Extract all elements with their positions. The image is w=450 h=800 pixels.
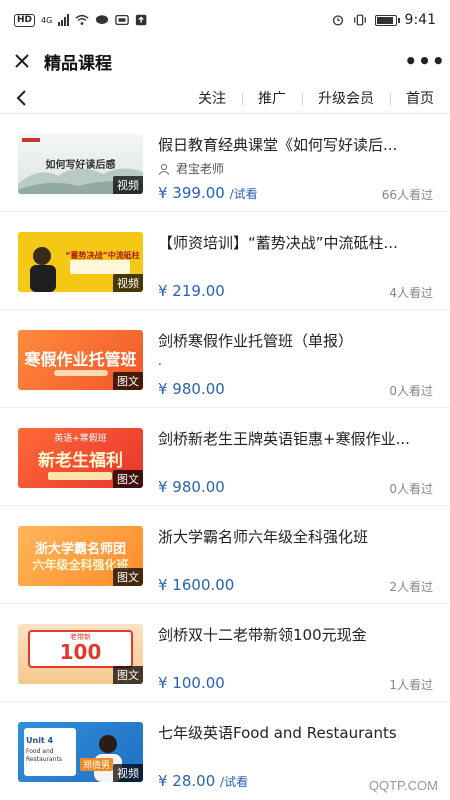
list-item[interactable]: 英语+寒假班 新老生福利 图文 剑桥新老生王牌英语钜惠+寒假作业... ¥ 98…: [0, 408, 450, 506]
course-thumbnail: 如何写好读后感 视频: [18, 134, 143, 194]
course-title: 【师资培训】“蓄势决战”中流砥柱...: [158, 234, 398, 252]
view-count: 2人看过: [389, 580, 433, 594]
thumbnail-teacher-name: 郑倩男: [80, 758, 114, 771]
chat-icon: [96, 15, 109, 24]
course-price: ¥ 219.00: [158, 282, 225, 300]
nav-promote[interactable]: 推广: [242, 82, 302, 114]
course-price: ¥ 1600.00: [158, 576, 234, 594]
media-type-badge: 图文: [113, 666, 143, 684]
upload-icon: [136, 14, 147, 26]
list-item[interactable]: 浙大学霸名师团 六年级全科强化班 图文 浙大学霸名师六年级全科强化班 ¥ 160…: [0, 506, 450, 604]
wifi-icon: [75, 14, 89, 25]
thumbnail-text: 如何写好读后感: [45, 160, 116, 171]
thumbnail-text: “蓄势决战”中流砥柱: [65, 251, 140, 260]
page-title: 精品课程: [44, 53, 112, 74]
course-title: 假日教育经典课堂《如何写好读后...: [158, 136, 398, 154]
title-bar: 精品课程 •••: [0, 40, 450, 82]
view-count: 0人看过: [389, 384, 433, 398]
list-item[interactable]: 如何写好读后感 视频 假日教育经典课堂《如何写好读后... 君宝老师 ¥ 399…: [0, 114, 450, 212]
thumbnail-text: 浙大学霸名师团: [34, 542, 126, 557]
status-left: HD 4G: [14, 13, 149, 27]
view-count: 1人看过: [389, 678, 433, 692]
list-item[interactable]: 老带新 100 图文 剑桥双十二老带新领100元现金 ¥ 100.00 1人看过: [0, 604, 450, 702]
watermark: QQTP.COM: [368, 778, 438, 793]
thumbnail-text: 100: [59, 640, 102, 664]
user-icon: [158, 163, 170, 175]
back-icon: [16, 89, 26, 106]
view-count: 4人看过: [389, 286, 433, 300]
price-value: ¥ 980.00: [158, 478, 225, 496]
view-count: 0人看过: [389, 482, 433, 496]
trial-label: /试看: [220, 775, 249, 789]
media-type-badge: 视频: [113, 764, 143, 782]
nav-follow[interactable]: 关注: [182, 82, 242, 114]
course-price: ¥ 100.00: [158, 674, 225, 692]
course-price: ¥ 399.00 /试看: [158, 184, 258, 202]
media-type-badge: 图文: [113, 568, 143, 586]
course-thumbnail: “蓄势决战”中流砥柱 视频: [18, 232, 143, 292]
price-value: ¥ 980.00: [158, 380, 225, 398]
media-type-badge: 图文: [113, 470, 143, 488]
thumbnail-text: 寒假作业托管班: [24, 350, 137, 369]
clock: 9:41: [404, 12, 436, 28]
more-button[interactable]: •••: [400, 40, 450, 82]
price-value: ¥ 219.00: [158, 282, 225, 300]
close-button[interactable]: [0, 40, 44, 82]
course-title: 七年级英语Food and Restaurants: [158, 724, 397, 742]
battery-icon: [374, 14, 400, 26]
more-icon: •••: [404, 49, 446, 73]
course-price: ¥ 980.00: [158, 380, 225, 398]
course-thumbnail: 英语+寒假班 新老生福利 图文: [18, 428, 143, 488]
nav-upgrade-member[interactable]: 升级会员: [302, 82, 390, 114]
teacher-info: 君宝老师: [158, 160, 224, 177]
course-price: ¥ 28.00 /试看: [158, 772, 248, 790]
thumbnail-decoration: [48, 472, 112, 480]
notification-icon: [115, 14, 130, 26]
trial-label: /试看: [229, 187, 258, 201]
course-title: 剑桥新老生王牌英语钜惠+寒假作业...: [158, 430, 410, 448]
price-value: ¥ 399.00: [158, 184, 225, 202]
teacher-name: 君宝老师: [176, 162, 225, 176]
status-right: 9:41: [331, 12, 436, 28]
signal-icon: [58, 14, 70, 26]
thumbnail-text: Unit 4: [26, 736, 54, 745]
close-icon: [15, 54, 29, 68]
course-title: 剑桥寒假作业托管班（单报）: [158, 332, 354, 350]
thumbnail-decoration: [54, 370, 108, 376]
subtitle-dot: .: [158, 354, 162, 368]
course-price: ¥ 980.00: [158, 478, 225, 496]
list-item[interactable]: 寒假作业托管班 图文 剑桥寒假作业托管班（单报） . ¥ 980.00 0人看过: [0, 310, 450, 408]
nav-bar: 关注 推广 升级会员 首页: [0, 82, 450, 114]
course-thumbnail: 老带新 100 图文: [18, 624, 143, 684]
thumbnail-text: 新老生福利: [38, 451, 123, 471]
thumbnail-subtext: 英语+寒假班: [54, 434, 107, 444]
back-button[interactable]: [0, 82, 44, 114]
status-bar: HD 4G 9:41: [0, 0, 450, 40]
list-item[interactable]: “蓄势决战”中流砥柱 视频 【师资培训】“蓄势决战”中流砥柱... ¥ 219.…: [0, 212, 450, 310]
thumbnail-subtext: Food and Restaurants: [26, 748, 62, 763]
nav-home[interactable]: 首页: [390, 82, 450, 114]
course-thumbnail: Unit 4 Food and Restaurants 郑倩男 视频: [18, 722, 143, 782]
course-thumbnail: 寒假作业托管班 图文: [18, 330, 143, 390]
course-list: 如何写好读后感 视频 假日教育经典课堂《如何写好读后... 君宝老师 ¥ 399…: [0, 114, 450, 800]
hd-badge: HD: [14, 13, 36, 27]
media-type-badge: 视频: [113, 274, 143, 292]
price-value: ¥ 1600.00: [158, 576, 235, 594]
alarm-icon: [332, 15, 343, 26]
course-title: 剑桥双十二老带新领100元现金: [158, 626, 367, 644]
course-thumbnail: 浙大学霸名师团 六年级全科强化班 图文: [18, 526, 143, 586]
course-title: 浙大学霸名师六年级全科强化班: [158, 528, 369, 546]
network-label: 4G: [41, 15, 53, 25]
media-type-badge: 图文: [113, 372, 143, 390]
nav-items: 关注 推广 升级会员 首页: [182, 82, 450, 114]
view-count: 66人看过: [381, 188, 433, 202]
price-value: ¥ 100.00: [158, 674, 225, 692]
vibrate-icon: [353, 14, 366, 26]
media-type-badge: 视频: [113, 176, 143, 194]
price-value: ¥ 28.00: [158, 772, 216, 790]
